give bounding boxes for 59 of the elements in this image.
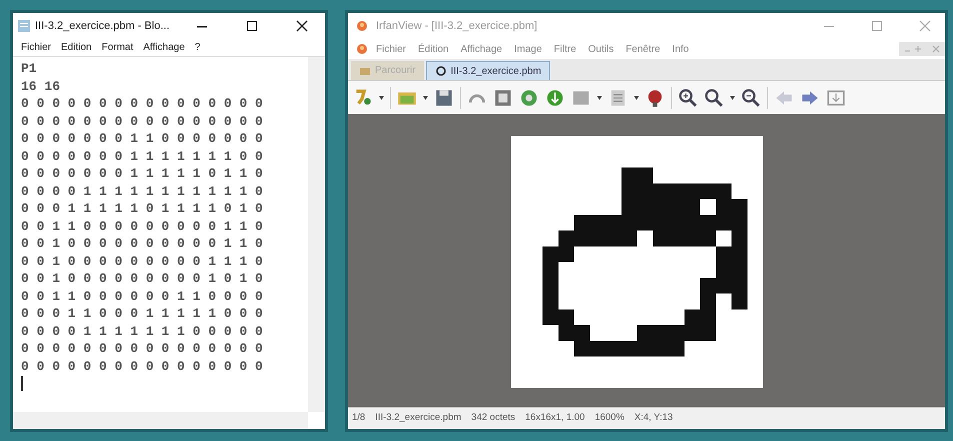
menu-item[interactable]: Fichier <box>21 40 52 55</box>
text-cursor <box>21 376 23 391</box>
text-line: 0 0 0 0 0 0 0 1 1 0 0 0 0 0 0 0 <box>21 130 263 148</box>
text-line: 0 0 0 0 0 0 0 0 0 0 0 0 0 0 0 0 <box>21 95 263 112</box>
text-line: 0 0 0 0 0 0 0 1 1 1 1 1 1 1 0 0 <box>21 148 263 165</box>
notepad-icon <box>17 19 31 33</box>
menu-item[interactable]: Fenêtre <box>626 42 660 56</box>
text-line: 0 0 1 0 0 0 0 0 0 0 0 0 1 1 1 0 <box>21 252 263 270</box>
save-icon[interactable] <box>434 88 454 108</box>
status-field: 16x16x1, 1.00 <box>525 411 585 426</box>
menu-item[interactable]: ? <box>194 40 200 55</box>
text-line: 0 0 0 0 1 1 1 1 1 1 1 1 1 1 1 0 <box>21 182 263 200</box>
menu-item[interactable]: Fichier <box>376 42 406 56</box>
text-line: 0 0 1 0 0 0 0 0 0 0 0 0 1 0 1 0 <box>21 270 263 288</box>
text-line: 0 0 1 0 0 0 0 0 0 0 0 0 0 1 1 0 <box>21 235 263 252</box>
app-icon <box>356 43 368 55</box>
horizontal-scrollbar[interactable] <box>13 412 308 429</box>
export-icon[interactable] <box>826 88 846 108</box>
text-line: 0 0 0 0 0 0 0 1 1 1 1 1 0 1 1 0 <box>21 165 263 182</box>
status-field: III-3.2_exercice.pbm <box>375 411 462 426</box>
caret-icon[interactable] <box>423 96 428 100</box>
status-field: 342 octets <box>471 411 516 426</box>
menu-item[interactable]: Filtre <box>554 42 576 56</box>
menu-item[interactable]: Image <box>514 42 542 56</box>
window-controls-icon[interactable] <box>899 42 945 56</box>
app-icon <box>356 20 368 32</box>
text-line: 0 0 1 1 0 0 0 0 0 0 1 1 0 0 0 0 <box>21 288 263 305</box>
image-tab-icon <box>434 65 447 77</box>
caret-icon[interactable] <box>730 96 735 100</box>
text-line: 0 0 1 1 0 0 0 0 0 0 0 0 0 1 1 0 <box>21 218 263 235</box>
text-line: 0 0 0 0 0 0 0 0 0 0 0 0 0 0 0 0 <box>21 112 263 130</box>
status-field: 1600% <box>594 411 624 426</box>
caret-icon[interactable] <box>634 96 639 100</box>
text-line: P1 <box>21 60 37 78</box>
window-title: IrfanView - [III-3.2_exercice.pbm] <box>376 18 538 34</box>
text-line: 0 0 0 0 1 1 1 1 1 1 1 0 0 0 0 0 <box>21 322 263 340</box>
text-line: 0 0 0 0 0 0 0 0 0 0 0 0 0 0 0 0 <box>21 340 263 358</box>
zoom-in-icon[interactable] <box>678 88 698 108</box>
text-line: 0 0 0 0 0 0 0 0 0 0 0 0 0 0 0 0 <box>21 358 263 375</box>
window-title: III-3.2_exercice.pbm - Blo... <box>35 18 170 34</box>
menu-item[interactable]: Format <box>102 40 134 55</box>
caret-icon[interactable] <box>597 96 602 100</box>
menu-item[interactable]: Info <box>672 42 689 56</box>
caret-icon[interactable] <box>379 96 384 100</box>
tab[interactable]: III-3.2_exercice.pbm <box>426 61 550 80</box>
menu-item[interactable]: Outils <box>588 42 614 56</box>
text-line: 0 0 0 1 1 1 1 1 0 1 1 1 1 0 1 0 <box>21 200 263 218</box>
menu-item[interactable]: Edition <box>61 40 92 55</box>
text-line: 0 0 0 1 1 0 0 0 1 1 1 1 1 0 0 0 <box>21 305 263 322</box>
zoom-fit-icon[interactable] <box>704 88 724 108</box>
zoom-out-icon[interactable] <box>741 88 761 108</box>
menu-item[interactable]: Édition <box>418 42 449 56</box>
menu-item[interactable]: Affichage <box>143 40 185 55</box>
text-line: 16 16 <box>21 78 60 95</box>
vertical-scrollbar[interactable] <box>308 57 325 412</box>
status-field: X:4, Y:13 <box>634 411 673 426</box>
menu-item[interactable]: Affichage <box>460 42 502 56</box>
status-field: 1/8 <box>352 411 366 426</box>
download-icon[interactable] <box>545 88 565 108</box>
